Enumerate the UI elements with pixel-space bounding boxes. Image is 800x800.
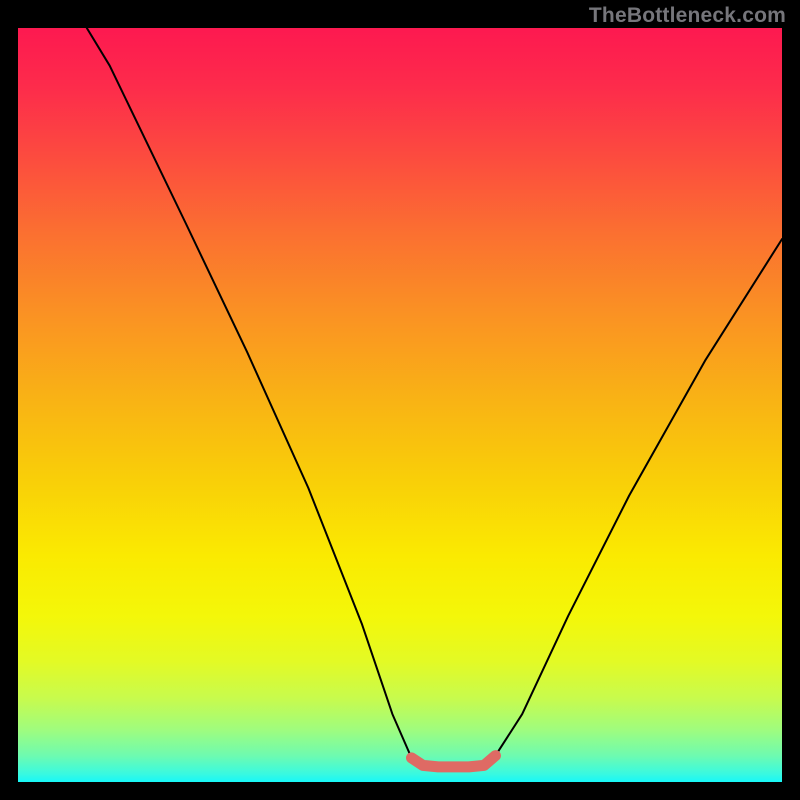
plot-area [18, 28, 782, 782]
chart-frame: TheBottleneck.com [0, 0, 800, 800]
bottleneck-curve [87, 28, 782, 767]
flat-region-marker [412, 756, 496, 767]
curve-layer [18, 28, 782, 782]
watermark-text: TheBottleneck.com [589, 4, 786, 28]
